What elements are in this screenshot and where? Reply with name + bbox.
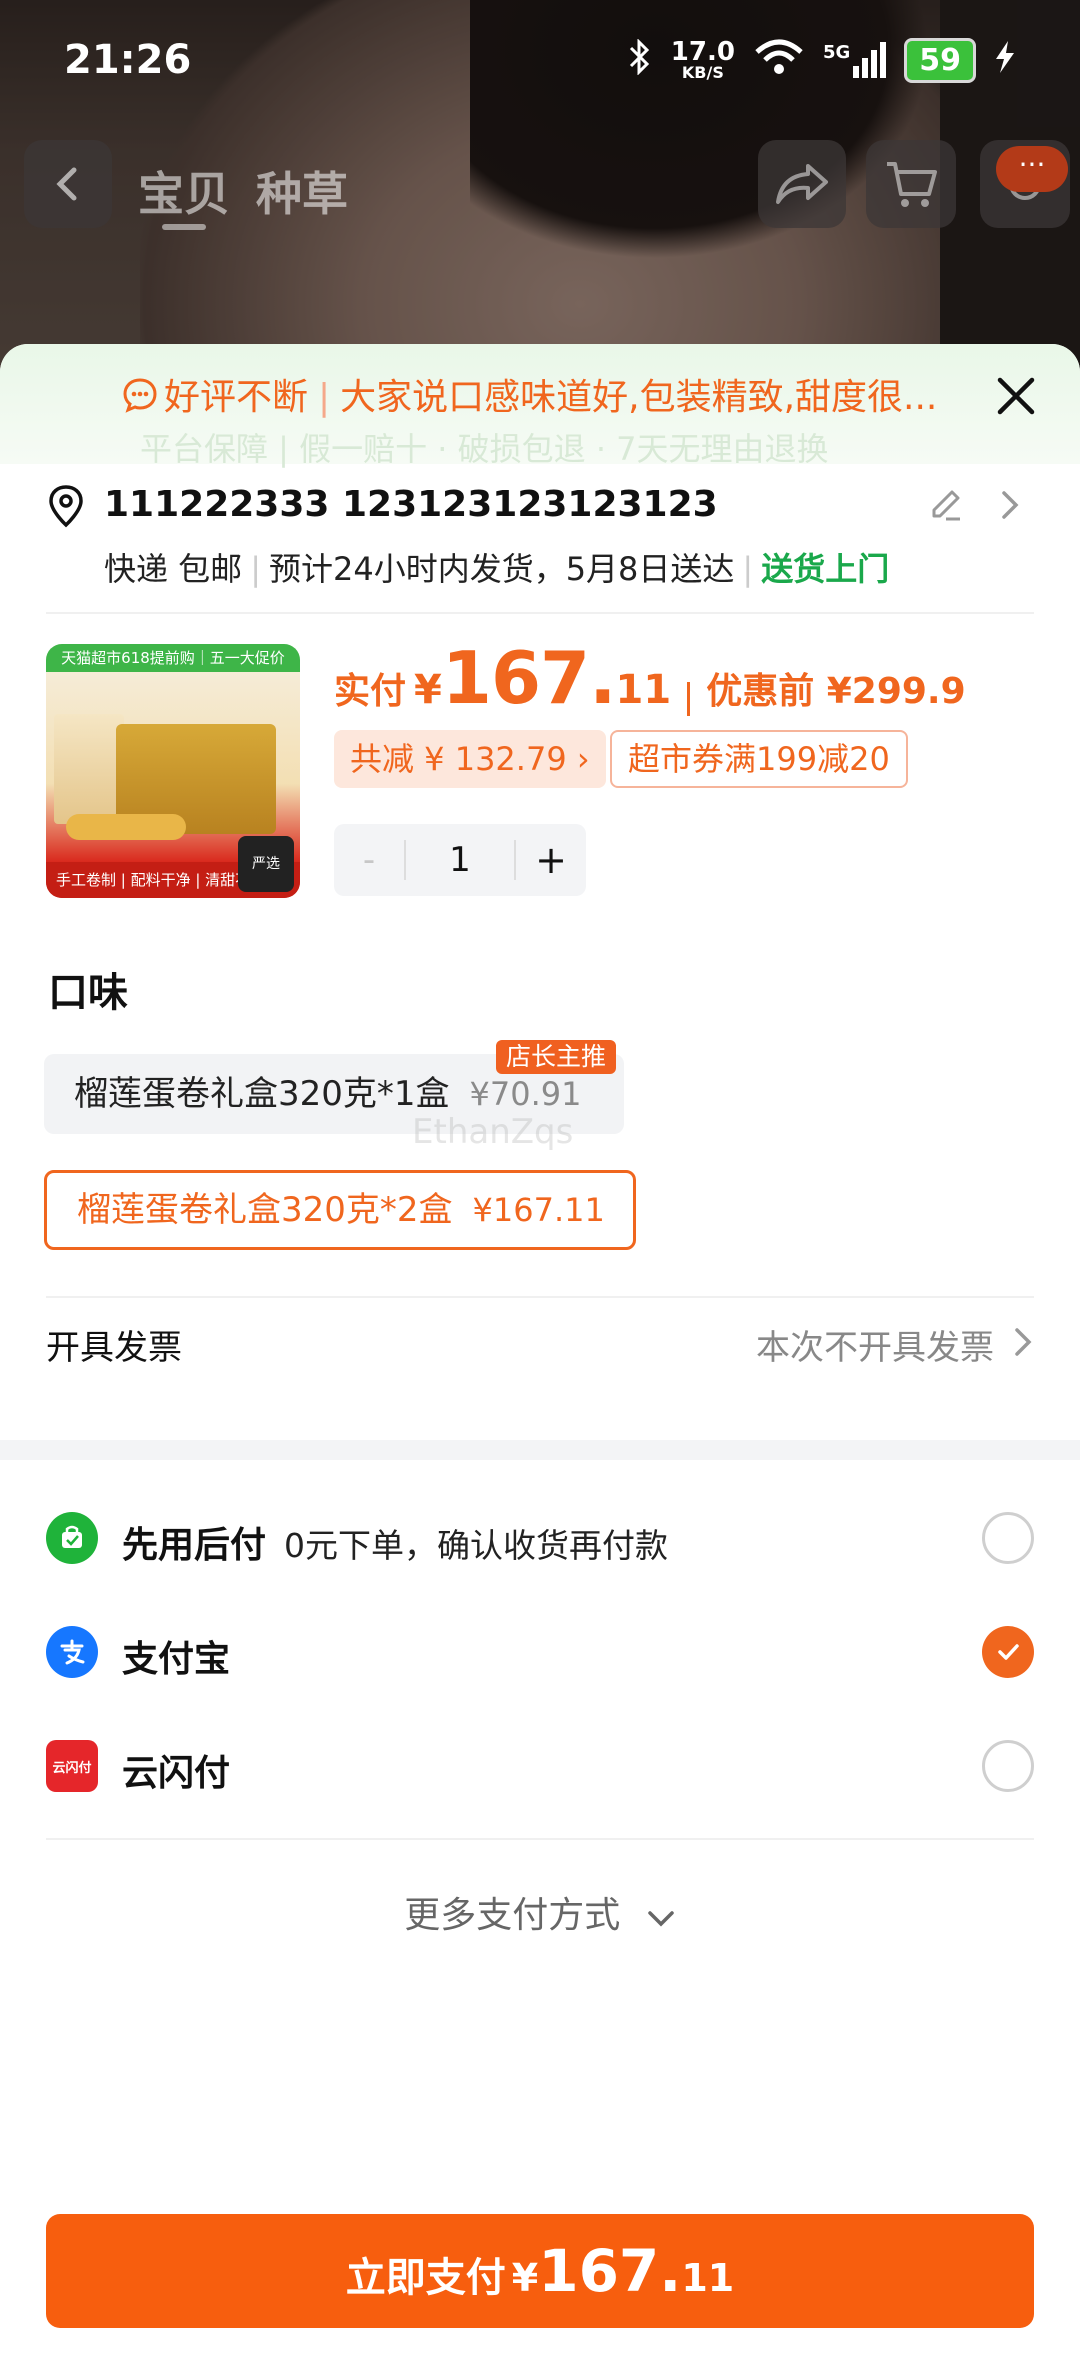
flavor-title: 口味 [48,970,128,1016]
tab-product[interactable]: 宝贝 [138,158,230,224]
pay-method-pay-later[interactable]: 先用后付 0元下单，确认收货再付款 [46,1498,1034,1578]
original-price: 优惠前 ¥299.9 [706,671,966,712]
decrease-button[interactable]: - [334,840,404,880]
cart-icon [887,162,937,207]
chevron-right-icon [1012,1326,1034,1362]
address-text: 111222333 123123123123123 [104,484,718,525]
paid-price: 167. [441,636,617,720]
divider [46,612,1034,614]
alipay-icon [46,1626,98,1678]
wifi-icon [753,38,805,82]
cellular-signal-icon: 5G [823,42,887,78]
unionpay-icon: 云闪付 [46,1740,98,1792]
pay-later-icon [46,1512,98,1564]
platform-guarantee: 平台保障 | 假一赔十 · 破损包退 · 7天无理由退换 [140,430,829,468]
divider [46,1296,1034,1298]
watermark: EthanZqs [412,1112,574,1152]
network-speed: 17.0 KB/S [670,37,735,82]
radio-unionpay[interactable] [982,1740,1034,1792]
radio-pay-later[interactable] [982,1512,1034,1564]
product-image[interactable]: 天猫超市618提前购｜五一大促价 手工卷制 | 配料干净 | 清甜不腻 严选 [46,644,300,898]
pay-now-button[interactable]: 立即支付 ¥167.11 [46,2214,1034,2328]
top-navigation: 宝贝 种草 [0,140,1080,232]
pay-method-alipay[interactable]: 支付宝 [46,1612,1034,1692]
location-pin-icon [46,484,86,532]
review-banner: 好评不断 | 大家说口感味道好,包装精致,甜度很... 平台保障 | 假一赔十 · … [0,344,1080,468]
back-arrow-icon [56,167,77,201]
message-badge: ··· [996,146,1068,192]
coupon-chip[interactable]: 超市券满199减20 [610,730,908,788]
close-icon [997,377,1035,415]
savings-chip[interactable]: 共减 ¥ 132.79 › [334,730,606,788]
invoice-row[interactable]: 开具发票 本次不开具发票 [46,1304,1034,1378]
cart-button[interactable] [866,140,956,228]
comment-icon [122,377,158,422]
more-payment-methods[interactable]: 更多支付方式 [0,1886,1080,1938]
review-summary: 好评不断 | 大家说口感味道好,包装精致,甜度很... [122,368,937,422]
charging-icon [994,39,1016,81]
edit-address-icon[interactable] [926,486,964,528]
check-icon [998,1644,1019,1660]
chevron-right-icon[interactable] [998,488,1022,526]
tab-seeding[interactable]: 种草 [256,158,348,224]
radio-alipay[interactable] [982,1626,1034,1678]
recommend-badge: 店长主推 [496,1040,617,1074]
quantity-stepper: - 1 + [334,824,586,896]
flavor-option-2-box[interactable]: 榴莲蛋卷礼盒320克*2盒 ¥167.11 [44,1170,636,1250]
divider [46,1838,1034,1840]
invoice-value: 本次不开具发票 [756,1328,994,1368]
increase-button[interactable]: + [516,838,586,882]
battery-indicator: 59 [904,37,976,83]
shipping-info: 快递 包邮 | 预计24小时内发货，5月8日送达 | 送货上门 [104,550,890,588]
close-button[interactable] [990,370,1042,422]
bluetooth-icon [625,38,653,81]
share-icon [776,164,828,204]
price-summary: 实付 ¥167.11 优惠前 ¥299.9 [334,636,966,720]
status-time: 21:26 [64,37,192,83]
share-button[interactable] [758,140,846,228]
status-bar: 21:26 17.0 KB/S 5G 59 [0,0,1080,120]
checkout-sheet: 好评不断 | 大家说口感味道好,包装精致,甜度很... 平台保障 | 假一赔十 · … [0,344,1080,2374]
section-gap [0,1440,1080,1460]
pay-method-unionpay[interactable]: 云闪付 云闪付 [46,1726,1034,1806]
quantity-value[interactable]: 1 [404,840,516,880]
invoice-label: 开具发票 [46,1328,182,1368]
tab-underline [162,224,206,230]
back-button[interactable] [24,140,112,228]
chevron-down-icon [646,1897,676,1938]
home-delivery-label: 送货上门 [761,550,890,588]
